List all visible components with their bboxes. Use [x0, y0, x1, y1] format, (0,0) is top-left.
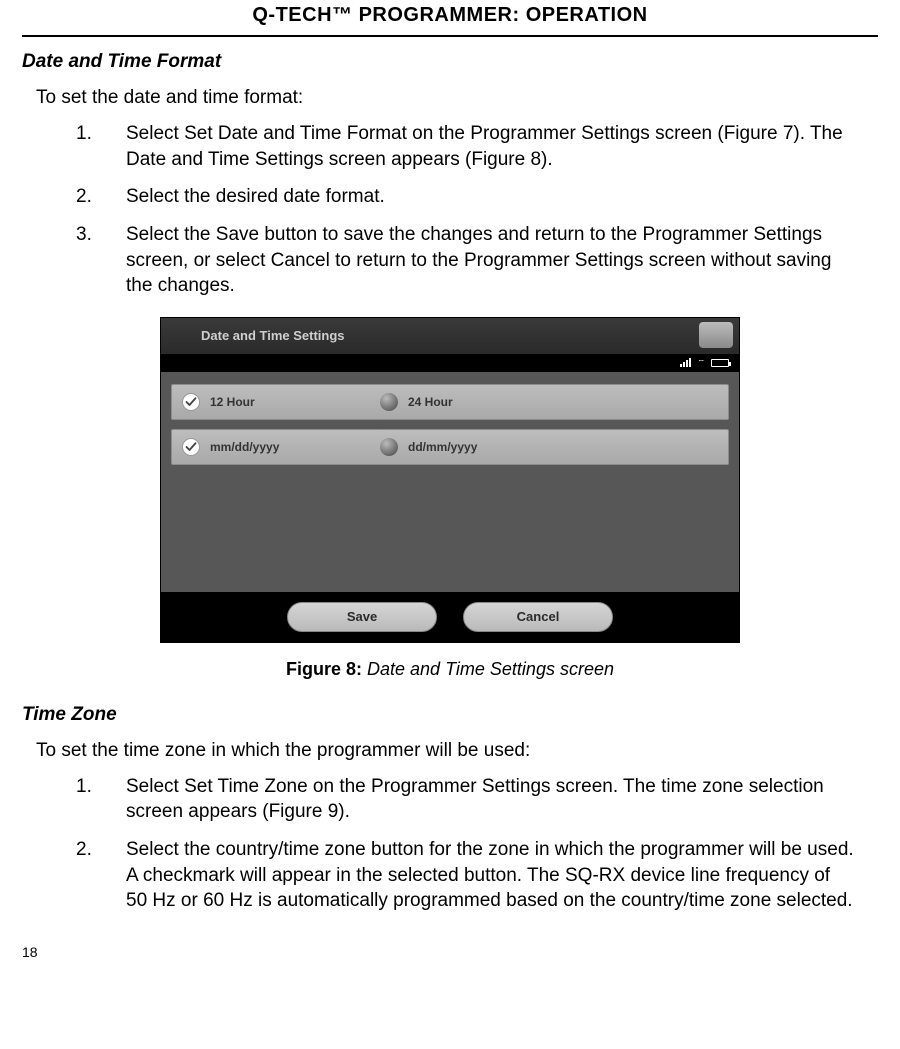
figure-8: Date and Time Settings ⌔ 12 Hour [160, 317, 740, 680]
device-title: Date and Time Settings [201, 328, 345, 343]
radio-icon [380, 438, 398, 456]
device-button-bar: Save Cancel [161, 592, 739, 642]
section-time-zone-title: Time Zone [22, 704, 878, 726]
list-item: 2. Select the country/time zone button fo… [76, 837, 856, 914]
battery-icon [711, 359, 729, 367]
radio-icon [380, 393, 398, 411]
step-number: 2. [76, 837, 108, 863]
list-item: 3. Select the Save button to save the cha… [76, 222, 856, 299]
option-label: 12 Hour [210, 395, 255, 409]
list-item: 2. Select the desired date format. [76, 184, 856, 210]
option-label: 24 Hour [408, 395, 453, 409]
list-item: 1. Select Set Date and Time Format on the… [76, 121, 856, 172]
option-24-hour[interactable]: 24 Hour [380, 393, 530, 411]
option-12-hour[interactable]: 12 Hour [182, 393, 332, 411]
section2-steps: 1. Select Set Time Zone on the Programmer… [76, 774, 878, 914]
step-number: 1. [76, 774, 108, 800]
device-titlebar: Date and Time Settings [161, 318, 739, 354]
step-text: Select Set Date and Time Format on the P… [126, 123, 843, 170]
step-number: 2. [76, 184, 108, 210]
checkmark-icon [182, 438, 200, 456]
device-screen: Date and Time Settings ⌔ 12 Hour [160, 317, 740, 643]
figure-label: Figure 8: [286, 659, 362, 679]
cancel-button[interactable]: Cancel [463, 602, 613, 632]
checkmark-icon [182, 393, 200, 411]
option-mmddyyyy[interactable]: mm/dd/yyyy [182, 438, 332, 456]
time-format-row: 12 Hour 24 Hour [171, 384, 729, 420]
list-item: 1. Select Set Time Zone on the Programmer… [76, 774, 856, 825]
signal-icon [680, 358, 691, 367]
status-strip: ⌔ [161, 354, 739, 372]
figure-text: Date and Time Settings screen [362, 659, 614, 679]
step-text: Select the Save button to save the chang… [126, 224, 831, 296]
date-format-row: mm/dd/yyyy dd/mm/yyyy [171, 429, 729, 465]
step-text: Select the country/time zone button for … [126, 839, 854, 911]
save-button[interactable]: Save [287, 602, 437, 632]
section2-intro: To set the time zone in which the progra… [36, 740, 878, 762]
option-ddmmyyyy[interactable]: dd/mm/yyyy [380, 438, 530, 456]
section-date-time-format-title: Date and Time Format [22, 51, 878, 73]
device-body: 12 Hour 24 Hour mm/dd/yyyy [161, 372, 739, 592]
page-header: Q-TECH™ PROGRAMMER: OPERATION [22, 0, 878, 37]
option-label: mm/dd/yyyy [210, 440, 279, 454]
page-number: 18 [22, 944, 38, 960]
wifi-icon: ⌔ [697, 358, 705, 368]
section1-steps: 1. Select Set Date and Time Format on the… [76, 121, 878, 299]
connector-icon [699, 322, 733, 348]
section1-intro: To set the date and time format: [36, 87, 878, 109]
figure-caption: Figure 8: Date and Time Settings screen [160, 659, 740, 680]
step-number: 3. [76, 222, 108, 248]
option-label: dd/mm/yyyy [408, 440, 477, 454]
step-text: Select the desired date format. [126, 186, 385, 207]
step-number: 1. [76, 121, 108, 147]
step-text: Select Set Time Zone on the Programmer S… [126, 776, 824, 823]
